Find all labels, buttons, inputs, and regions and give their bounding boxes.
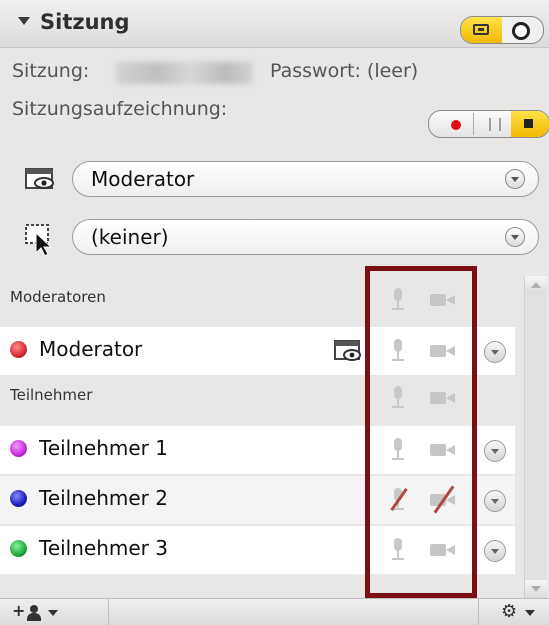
status-dot bbox=[10, 440, 27, 457]
presenter-screen-icon bbox=[24, 166, 58, 194]
dropdown-arrow-icon bbox=[525, 610, 535, 616]
control-select[interactable]: (keiner) bbox=[72, 219, 539, 255]
remote-control-icon bbox=[24, 223, 58, 257]
gear-icon: ⚙ bbox=[501, 601, 518, 622]
status-dot bbox=[10, 341, 27, 358]
row-menu-chevron-icon[interactable] bbox=[484, 540, 506, 562]
pause-icon[interactable] bbox=[489, 118, 501, 131]
recording-label: Sitzungsaufzeichnung: bbox=[12, 98, 228, 120]
stop-segment[interactable] bbox=[511, 111, 549, 137]
status-dot bbox=[10, 540, 27, 557]
participant-name: Moderator bbox=[39, 337, 143, 361]
record-icon[interactable] bbox=[451, 120, 461, 130]
participant-name: Teilnehmer 1 bbox=[39, 436, 168, 460]
presenter-select[interactable]: Moderator bbox=[72, 161, 539, 197]
control-select-value: (keiner) bbox=[91, 225, 169, 249]
screen-icon bbox=[473, 24, 489, 35]
session-id-redacted bbox=[116, 62, 252, 84]
session-label: Sitzung: bbox=[12, 60, 90, 82]
media-columns-highlight bbox=[365, 266, 477, 598]
panel-title: Sitzung bbox=[40, 10, 130, 34]
separator bbox=[473, 113, 474, 135]
scroll-up-arrow-icon[interactable] bbox=[525, 276, 547, 294]
add-person-icon bbox=[27, 605, 41, 621]
group-label: Moderatoren bbox=[10, 288, 106, 306]
row-menu-chevron-icon[interactable] bbox=[484, 341, 506, 363]
participant-name: Teilnehmer 3 bbox=[39, 536, 168, 560]
recording-control[interactable] bbox=[428, 110, 549, 138]
collapse-chevron-icon[interactable] bbox=[18, 17, 30, 25]
scroll-down-arrow-icon[interactable] bbox=[525, 580, 547, 598]
plus-icon: + bbox=[12, 601, 26, 620]
status-dot bbox=[10, 490, 27, 507]
participant-list-scrollbar[interactable] bbox=[524, 276, 547, 598]
screen-mode-segment[interactable] bbox=[461, 17, 502, 43]
panel-footer: + ⚙ bbox=[0, 598, 549, 625]
row-menu-chevron-icon[interactable] bbox=[484, 440, 506, 462]
stop-icon bbox=[524, 119, 533, 128]
session-panel: Sitzung Sitzung: Passwort: (leer) Sitzun… bbox=[0, 0, 549, 625]
presenter-select-value: Moderator bbox=[91, 167, 195, 191]
password-text: Passwort: (leer) bbox=[270, 60, 419, 82]
group-label: Teilnehmer bbox=[10, 386, 93, 404]
panel-options-button[interactable]: ⚙ bbox=[478, 599, 549, 625]
chevron-down-icon[interactable] bbox=[505, 169, 525, 189]
presenter-screen-icon bbox=[333, 339, 365, 365]
add-participant-button[interactable]: + bbox=[0, 599, 109, 625]
row-menu-chevron-icon[interactable] bbox=[484, 490, 506, 512]
participant-name: Teilnehmer 2 bbox=[39, 486, 168, 510]
dropdown-arrow-icon bbox=[48, 610, 58, 616]
panel-mode-toggle[interactable] bbox=[460, 16, 544, 44]
chevron-down-icon[interactable] bbox=[505, 227, 525, 247]
circle-icon[interactable] bbox=[512, 22, 530, 40]
panel-header: Sitzung bbox=[0, 0, 549, 48]
